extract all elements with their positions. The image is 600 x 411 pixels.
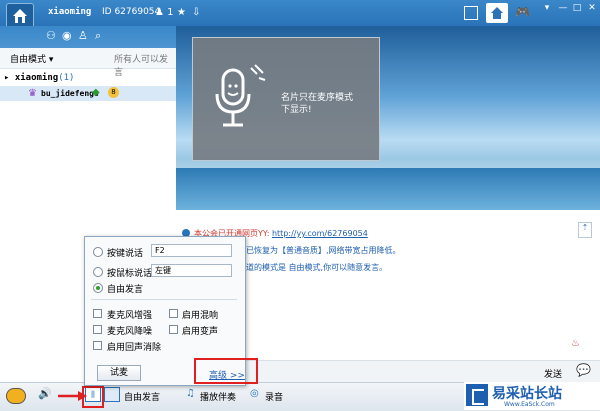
record-icon[interactable]: ◎ — [250, 388, 259, 399]
member-row[interactable]: ♛ bu_jidefengs ◆ 8 — [0, 86, 176, 101]
download-icon[interactable]: ⇩ — [192, 7, 200, 18]
free-speak-label[interactable]: 自由发言 — [124, 390, 160, 403]
close-icon[interactable]: ✕ — [585, 2, 599, 14]
annotation-box-settings — [82, 386, 104, 408]
chat-line-2: 已恢复为【普通音质】,网络带宽占用降低。 — [246, 246, 401, 255]
hotkey-field[interactable]: F2 — [151, 244, 232, 257]
mask-icon[interactable] — [6, 388, 26, 404]
watermark-logo-mark — [472, 389, 484, 405]
mode-label: 自由模式 — [10, 55, 47, 65]
emoji-icon[interactable]: 💬 — [576, 363, 591, 377]
member-name: bu_jidefengs — [41, 89, 99, 98]
user-count-value: 1 — [167, 7, 174, 18]
radio-free-speak[interactable] — [93, 283, 103, 293]
test-mic-button[interactable]: 试麦 — [97, 365, 141, 381]
member-role-icon: ♛ — [28, 88, 37, 99]
mode-bar: 自由模式 ▾ 所有人可以发言 — [0, 48, 176, 78]
chk2-label: 启用混响 — [182, 311, 219, 321]
watermark-url: Www.EaSck.Com — [504, 401, 555, 408]
checkbox-noise-reduction[interactable] — [93, 325, 102, 334]
radio-mouse-talk[interactable] — [93, 267, 103, 277]
notice-link[interactable]: http://yy.com/62769054 — [272, 229, 368, 238]
mode-selector[interactable]: 自由模式 ▾ — [10, 52, 53, 65]
left-toolbar: ⚇ ◉ ♙ ⌕ — [0, 26, 176, 48]
people-icon[interactable]: ⚇ — [46, 29, 56, 42]
chk4-label: 启用变声 — [182, 327, 219, 337]
chk5-label: 启用回声消除 — [107, 343, 162, 353]
checkbox-echo-cancel[interactable] — [93, 341, 102, 350]
maximize-icon[interactable]: □ — [570, 2, 584, 14]
gift-icon[interactable]: ♨ — [571, 338, 583, 352]
radio1-label: 按键说话 — [107, 249, 144, 259]
chk1-label: 麦克风增强 — [107, 311, 153, 321]
checkbox-mic-boost[interactable] — [93, 309, 102, 318]
star-icon[interactable]: ★ — [177, 7, 186, 18]
chat-line-3: 道的模式是 自由模式,你可以随意发言。 — [246, 263, 388, 272]
mouse-key-field[interactable]: 左键 — [151, 264, 232, 277]
gamepad-icon[interactable]: 🎮 — [515, 5, 530, 19]
radio3-label: 自由发言 — [107, 285, 144, 295]
microphone-icon — [215, 64, 266, 127]
home-tab[interactable] — [486, 3, 508, 23]
gem-icon: ◆ — [92, 87, 100, 98]
watermark-logo — [466, 384, 488, 406]
home-icon — [13, 9, 27, 23]
record-label[interactable]: 录音 — [265, 390, 283, 403]
stage-sea-background — [176, 168, 600, 210]
location-icon[interactable]: ◉ — [62, 29, 72, 42]
chk3-label: 麦克风降噪 — [107, 327, 153, 337]
channel-id: ID 62769054 — [102, 7, 161, 17]
channel-owner-name: xiaoming — [48, 7, 92, 17]
level-badge: 8 — [108, 87, 119, 98]
minimize-icon[interactable]: — — [556, 2, 570, 14]
banner-line2: 下显示! — [281, 105, 312, 115]
layout-icon[interactable] — [464, 6, 478, 20]
play-music-label[interactable]: 播放伴奏 — [200, 390, 236, 403]
channel-count: (1) — [58, 73, 75, 83]
checkbox-voice-change[interactable] — [169, 325, 178, 334]
annotation-box-advanced — [194, 358, 258, 384]
checkbox-reverb[interactable] — [169, 309, 178, 318]
menu-icon[interactable]: ▾ — [540, 2, 554, 14]
mode-description: 所有人可以发言 — [114, 55, 169, 78]
speaker-icon[interactable]: 🔊 — [38, 387, 52, 400]
search-icon[interactable]: ⌕ — [95, 29, 101, 43]
house-icon — [491, 7, 503, 19]
radio-push-to-talk[interactable] — [93, 247, 103, 257]
watermark: 易采站长站 Www.EaSck.Com — [464, 382, 600, 410]
divider — [91, 299, 237, 300]
expand-icon[interactable]: ▸ — [4, 73, 9, 83]
user-count: ♟ 1 — [155, 7, 174, 18]
free-speak-icon[interactable] — [104, 387, 120, 402]
channel-root[interactable]: ▸ xiaoming(1) — [4, 73, 74, 83]
scroll-top-icon[interactable]: ⇡ — [578, 222, 592, 238]
channel-name: xiaoming — [14, 73, 59, 83]
send-button[interactable]: 发送 — [544, 367, 562, 380]
music-icon[interactable]: ♫ — [186, 388, 195, 399]
watermark-title: 易采站长站 — [492, 386, 562, 402]
user-icon[interactable]: ♙ — [78, 29, 88, 42]
speaker-card-banner: 名片只在麦序模式 下显示! — [192, 37, 380, 161]
radio2-label: 按鼠标说话 — [107, 269, 153, 279]
